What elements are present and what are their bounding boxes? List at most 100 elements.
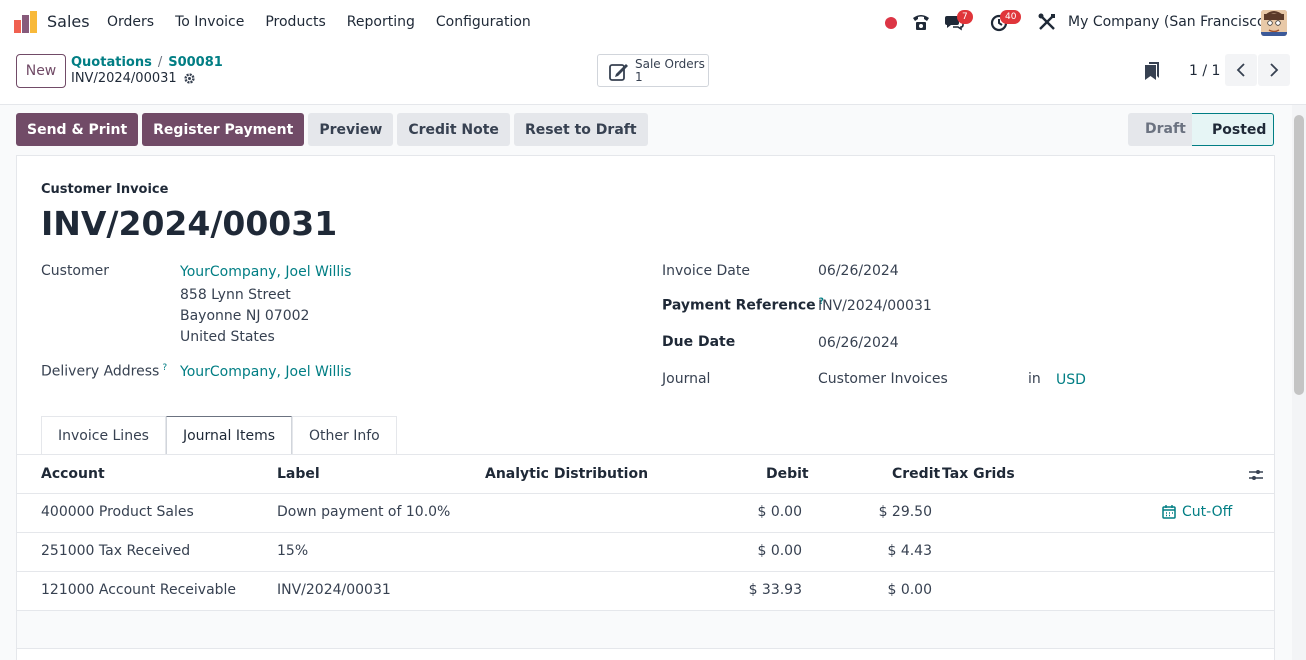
due-date-value[interactable]: 06/26/2024 [818, 335, 899, 351]
invoice-date-label: Invoice Date [662, 263, 750, 279]
page-scrollbar[interactable] [1292, 105, 1306, 660]
chevron-right-icon [1270, 63, 1279, 77]
cell-credit: $ 29.50 [878, 504, 932, 520]
cutoff-button[interactable]: Cut-Off [1162, 504, 1232, 520]
invoice-number: INV/2024/00031 [41, 204, 338, 243]
help-tooltip-icon[interactable]: ? [162, 363, 167, 373]
tab-journal-items[interactable]: Journal Items [165, 416, 293, 454]
menu-reporting[interactable]: Reporting [347, 14, 415, 30]
table-row[interactable]: 251000 Tax Received 15% $ 0.00 $ 4.43 [17, 533, 1274, 572]
column-credit[interactable]: Credit [892, 466, 940, 482]
customer-label: Customer [41, 263, 110, 279]
invoice-date-value[interactable]: 06/26/2024 [818, 263, 899, 279]
main-menu: Orders To Invoice Products Reporting Con… [107, 14, 552, 30]
reset-to-draft-button[interactable]: Reset to Draft [513, 113, 648, 146]
delivery-address-label: Delivery Address? [41, 363, 167, 380]
smart-button-count: 1 [635, 70, 643, 84]
status-bar: Draft Posted [1128, 113, 1274, 146]
sale-orders-smart-button[interactable]: Sale Orders 1 [597, 54, 709, 87]
journal-items-table: Account Label Analytic Distribution Debi… [17, 454, 1274, 649]
smart-button-label: Sale Orders [635, 57, 705, 71]
pager-value[interactable]: 1 / 1 [1189, 63, 1220, 79]
menu-configuration[interactable]: Configuration [436, 14, 531, 30]
column-label[interactable]: Label [277, 466, 320, 482]
journal-value[interactable]: Customer Invoices [818, 371, 948, 387]
table-row[interactable]: 400000 Product Sales Down payment of 10.… [17, 494, 1274, 533]
scrollbar-thumb[interactable] [1294, 115, 1304, 395]
cell-label: Down payment of 10.0% [277, 504, 451, 520]
cell-debit: $ 33.93 [748, 582, 802, 598]
cell-label: 15% [277, 543, 309, 559]
column-tax-grids[interactable]: Tax Grids [942, 466, 1015, 482]
invoice-type: Customer Invoice [41, 182, 169, 197]
menu-orders[interactable]: Orders [107, 14, 154, 30]
cell-debit: $ 0.00 [757, 504, 802, 520]
record-name: INV/2024/00031 [71, 71, 177, 86]
tab-other-info[interactable]: Other Info [292, 416, 397, 454]
company-switcher[interactable]: My Company (San Francisco) [1068, 14, 1271, 30]
column-settings-icon[interactable] [1249, 468, 1263, 482]
credit-note-button[interactable]: Credit Note [397, 113, 510, 146]
sales-app-icon[interactable] [14, 11, 38, 33]
table-header: Account Label Analytic Distribution Debi… [17, 454, 1274, 494]
journal-in-text: in [1028, 371, 1041, 387]
edit-document-icon [609, 64, 628, 81]
payment-reference-label-text: Payment Reference [662, 297, 816, 314]
cell-credit: $ 4.43 [887, 543, 932, 559]
delivery-address-link[interactable]: YourCompany, Joel Willis [180, 364, 351, 380]
preview-button[interactable]: Preview [308, 113, 394, 146]
column-analytic-distribution[interactable]: Analytic Distribution [485, 466, 648, 482]
menu-to-invoice[interactable]: To Invoice [175, 14, 244, 30]
address-line-2: Bayonne NJ 07002 [180, 308, 310, 324]
currency-link[interactable]: USD [1056, 372, 1086, 388]
address-line-1: 858 Lynn Street [180, 287, 291, 303]
calendar-icon [1162, 505, 1176, 519]
status-posted[interactable]: Posted [1192, 113, 1274, 146]
address-line-3: United States [180, 329, 275, 345]
tools-icon[interactable] [1037, 12, 1057, 32]
menu-products[interactable]: Products [265, 14, 325, 30]
pager-next-button[interactable] [1258, 54, 1290, 86]
register-payment-button[interactable]: Register Payment [142, 113, 305, 146]
journal-label: Journal [662, 371, 711, 387]
breadcrumb-order[interactable]: S00081 [168, 55, 223, 70]
gear-icon[interactable] [183, 72, 196, 85]
cell-account: 400000 Product Sales [41, 504, 194, 520]
pager-previous-button[interactable] [1225, 54, 1257, 86]
invoice-form-sheet: Customer Invoice INV/2024/00031 Customer… [16, 155, 1275, 660]
empty-row [17, 611, 1274, 649]
send-print-button[interactable]: Send & Print [16, 113, 139, 146]
cell-account: 251000 Tax Received [41, 543, 191, 559]
customer-link[interactable]: YourCompany, Joel Willis [180, 264, 351, 280]
payment-reference-value[interactable]: INV/2024/00031 [818, 298, 932, 314]
table-row[interactable]: 121000 Account Receivable INV/2024/00031… [17, 572, 1274, 611]
cell-credit: $ 0.00 [887, 582, 932, 598]
breadcrumb-quotations[interactable]: Quotations [71, 55, 152, 70]
tab-invoice-lines[interactable]: Invoice Lines [41, 416, 166, 454]
phone-icon[interactable] [911, 12, 931, 32]
breadcrumb: Quotations / S00081 [71, 55, 223, 70]
due-date-label: Due Date [662, 334, 736, 350]
action-buttons: Send & Print Register Payment Preview Cr… [16, 113, 648, 146]
delivery-address-label-text: Delivery Address [41, 363, 160, 380]
cell-label: INV/2024/00031 [277, 582, 391, 598]
column-debit[interactable]: Debit [766, 466, 809, 482]
cell-account: 121000 Account Receivable [41, 582, 237, 598]
status-draft[interactable]: Draft [1128, 113, 1192, 146]
top-navbar: Sales Orders To Invoice Products Reporti… [0, 0, 1306, 45]
new-button[interactable]: New [16, 54, 66, 88]
messages-badge: 7 [957, 10, 973, 24]
cutoff-label: Cut-Off [1182, 504, 1233, 520]
cell-debit: $ 0.00 [757, 543, 802, 559]
column-account[interactable]: Account [41, 466, 105, 482]
control-panel: New Quotations / S00081 INV/2024/00031 Sal… [0, 45, 1306, 105]
record-title: INV/2024/00031 [71, 71, 196, 86]
bookmark-icon[interactable] [1145, 62, 1159, 80]
activities-badge: 40 [1000, 10, 1022, 24]
payment-reference-label: Payment Reference? [662, 297, 824, 314]
recording-indicator-icon[interactable] [885, 17, 897, 29]
notebook-tabs: Invoice Lines Journal Items Other Info [41, 416, 397, 454]
user-avatar[interactable] [1261, 10, 1287, 36]
chevron-left-icon [1236, 63, 1245, 77]
app-name[interactable]: Sales [47, 12, 90, 31]
